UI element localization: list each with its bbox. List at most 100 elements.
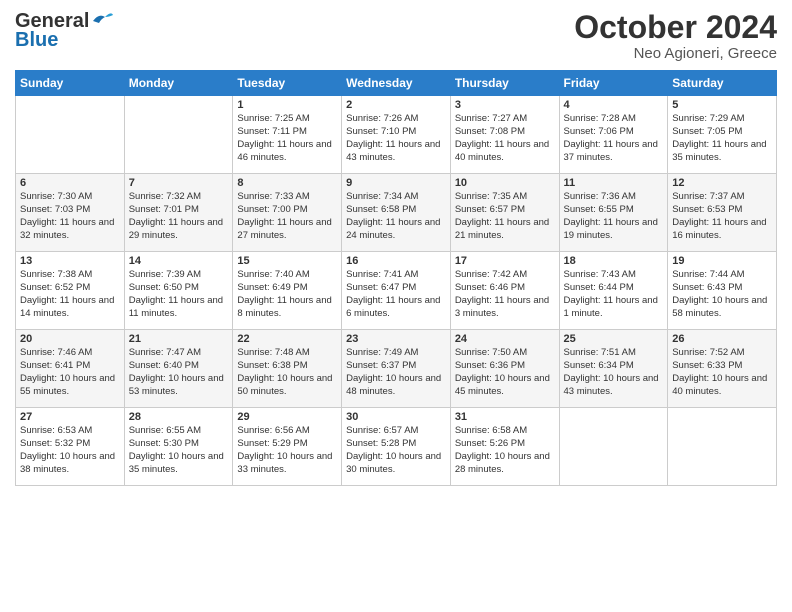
table-row: 18Sunrise: 7:43 AMSunset: 6:44 PMDayligh…: [559, 252, 668, 330]
day-number: 15: [237, 255, 337, 267]
table-row: 23Sunrise: 7:49 AMSunset: 6:37 PMDayligh…: [342, 330, 451, 408]
day-info: Sunrise: 7:43 AMSunset: 6:44 PMDaylight:…: [564, 269, 664, 320]
header: General Blue October 2024 Neo Agioneri, …: [15, 10, 777, 62]
table-row: [559, 408, 668, 486]
day-info: Sunrise: 6:53 AMSunset: 5:32 PMDaylight:…: [20, 425, 120, 476]
table-row: 6Sunrise: 7:30 AMSunset: 7:03 PMDaylight…: [16, 174, 125, 252]
day-number: 28: [129, 411, 229, 423]
table-row: 11Sunrise: 7:36 AMSunset: 6:55 PMDayligh…: [559, 174, 668, 252]
table-row: 28 Sunrise: 6:55 AMSunset: 5:30 PMDayligh…: [124, 408, 233, 486]
day-number: 17: [455, 255, 555, 267]
col-monday: Monday: [124, 71, 233, 96]
table-row: 25 Sunrise: 7:51 AMSunset: 6:34 PMDayligh…: [559, 330, 668, 408]
day-info: Sunrise: 7:30 AMSunset: 7:03 PMDaylight:…: [20, 191, 120, 242]
day-info: Sunrise: 7:46 AMSunset: 6:41 PMDaylight:…: [20, 347, 120, 398]
col-wednesday: Wednesday: [342, 71, 451, 96]
title-month: October 2024: [574, 10, 777, 45]
col-friday: Friday: [559, 71, 668, 96]
day-info: Sunrise: 7:25 AMSunset: 7:11 PMDaylight:…: [237, 113, 337, 164]
table-row: 30 Sunrise: 6:57 AMSunset: 5:28 PMDayligh…: [342, 408, 451, 486]
day-number: 31: [455, 411, 555, 423]
table-row: 27 Sunrise: 6:53 AMSunset: 5:32 PMDayligh…: [16, 408, 125, 486]
day-number: 20: [20, 333, 120, 345]
day-info: Sunrise: 7:41 AMSunset: 6:47 PMDaylight:…: [346, 269, 446, 320]
table-row: 1 Sunrise: 7:25 AMSunset: 7:11 PMDaylight…: [233, 96, 342, 174]
day-number: 1: [237, 99, 337, 111]
day-number: 5: [672, 99, 772, 111]
logo-blue: Blue: [15, 29, 58, 52]
header-row: Sunday Monday Tuesday Wednesday Thursday…: [16, 71, 777, 96]
day-info: Sunrise: 6:58 AMSunset: 5:26 PMDaylight:…: [455, 425, 555, 476]
table-row: [16, 96, 125, 174]
day-number: 16: [346, 255, 446, 267]
day-info: Sunrise: 7:28 AMSunset: 7:06 PMDaylight:…: [564, 113, 664, 164]
table-row: 2 Sunrise: 7:26 AMSunset: 7:10 PMDaylight…: [342, 96, 451, 174]
day-number: 24: [455, 333, 555, 345]
table-row: 10 Sunrise: 7:35 AMSunset: 6:57 PMDayligh…: [450, 174, 559, 252]
day-number: 22: [237, 333, 337, 345]
day-info: Sunrise: 7:27 AMSunset: 7:08 PMDaylight:…: [455, 113, 555, 164]
day-number: 14: [129, 255, 229, 267]
table-row: 7Sunrise: 7:32 AMSunset: 7:01 PMDaylight…: [124, 174, 233, 252]
logo: General Blue: [15, 10, 115, 52]
table-row: 4 Sunrise: 7:28 AMSunset: 7:06 PMDaylight…: [559, 96, 668, 174]
title-block: October 2024 Neo Agioneri, Greece: [574, 10, 777, 62]
day-info: Sunrise: 7:48 AMSunset: 6:38 PMDaylight:…: [237, 347, 337, 398]
table-row: 31 Sunrise: 6:58 AMSunset: 5:26 PMDayligh…: [450, 408, 559, 486]
table-row: 8 Sunrise: 7:33 AMSunset: 7:00 PMDaylight…: [233, 174, 342, 252]
day-info: Sunrise: 7:39 AMSunset: 6:50 PMDaylight:…: [129, 269, 229, 320]
day-number: 29: [237, 411, 337, 423]
table-row: 24 Sunrise: 7:50 AMSunset: 6:36 PMDayligh…: [450, 330, 559, 408]
day-number: 21: [129, 333, 229, 345]
day-number: 27: [20, 411, 120, 423]
table-row: 13Sunrise: 7:38 AMSunset: 6:52 PMDayligh…: [16, 252, 125, 330]
day-info: Sunrise: 7:51 AMSunset: 6:34 PMDaylight:…: [564, 347, 664, 398]
day-number: 10: [455, 177, 555, 189]
table-row: 21 Sunrise: 7:47 AMSunset: 6:40 PMDayligh…: [124, 330, 233, 408]
col-tuesday: Tuesday: [233, 71, 342, 96]
day-info: Sunrise: 7:40 AMSunset: 6:49 PMDaylight:…: [237, 269, 337, 320]
day-info: Sunrise: 7:42 AMSunset: 6:46 PMDaylight:…: [455, 269, 555, 320]
day-info: Sunrise: 7:34 AMSunset: 6:58 PMDaylight:…: [346, 191, 446, 242]
table-row: 9 Sunrise: 7:34 AMSunset: 6:58 PMDaylight…: [342, 174, 451, 252]
day-number: 3: [455, 99, 555, 111]
day-number: 30: [346, 411, 446, 423]
day-info: Sunrise: 7:26 AMSunset: 7:10 PMDaylight:…: [346, 113, 446, 164]
day-number: 25: [564, 333, 664, 345]
logo-bird-icon: [91, 11, 115, 29]
day-info: Sunrise: 7:52 AMSunset: 6:33 PMDaylight:…: [672, 347, 772, 398]
table-row: 12 Sunrise: 7:37 AMSunset: 6:53 PMDayligh…: [668, 174, 777, 252]
main-container: General Blue October 2024 Neo Agioneri, …: [0, 0, 792, 496]
day-info: Sunrise: 6:57 AMSunset: 5:28 PMDaylight:…: [346, 425, 446, 476]
table-row: 19Sunrise: 7:44 AMSunset: 6:43 PMDayligh…: [668, 252, 777, 330]
day-number: 2: [346, 99, 446, 111]
col-sunday: Sunday: [16, 71, 125, 96]
day-info: Sunrise: 7:33 AMSunset: 7:00 PMDaylight:…: [237, 191, 337, 242]
table-row: 5 Sunrise: 7:29 AMSunset: 7:05 PMDaylight…: [668, 96, 777, 174]
day-info: Sunrise: 6:56 AMSunset: 5:29 PMDaylight:…: [237, 425, 337, 476]
day-info: Sunrise: 7:50 AMSunset: 6:36 PMDaylight:…: [455, 347, 555, 398]
day-info: Sunrise: 6:55 AMSunset: 5:30 PMDaylight:…: [129, 425, 229, 476]
title-location: Neo Agioneri, Greece: [574, 45, 777, 62]
col-saturday: Saturday: [668, 71, 777, 96]
day-info: Sunrise: 7:37 AMSunset: 6:53 PMDaylight:…: [672, 191, 772, 242]
table-row: 20 Sunrise: 7:46 AMSunset: 6:41 PMDayligh…: [16, 330, 125, 408]
day-number: 11: [564, 177, 664, 189]
col-thursday: Thursday: [450, 71, 559, 96]
calendar-table: Sunday Monday Tuesday Wednesday Thursday…: [15, 70, 777, 486]
table-row: 16 Sunrise: 7:41 AMSunset: 6:47 PMDayligh…: [342, 252, 451, 330]
table-row: 26Sunrise: 7:52 AMSunset: 6:33 PMDayligh…: [668, 330, 777, 408]
day-info: Sunrise: 7:35 AMSunset: 6:57 PMDaylight:…: [455, 191, 555, 242]
table-row: 22 Sunrise: 7:48 AMSunset: 6:38 PMDayligh…: [233, 330, 342, 408]
day-number: 12: [672, 177, 772, 189]
day-info: Sunrise: 7:29 AMSunset: 7:05 PMDaylight:…: [672, 113, 772, 164]
table-row: [668, 408, 777, 486]
table-row: 3 Sunrise: 7:27 AMSunset: 7:08 PMDaylight…: [450, 96, 559, 174]
day-info: Sunrise: 7:49 AMSunset: 6:37 PMDaylight:…: [346, 347, 446, 398]
day-number: 4: [564, 99, 664, 111]
day-number: 8: [237, 177, 337, 189]
day-info: Sunrise: 7:44 AMSunset: 6:43 PMDaylight:…: [672, 269, 772, 320]
day-info: Sunrise: 7:47 AMSunset: 6:40 PMDaylight:…: [129, 347, 229, 398]
day-number: 9: [346, 177, 446, 189]
day-number: 7: [129, 177, 229, 189]
